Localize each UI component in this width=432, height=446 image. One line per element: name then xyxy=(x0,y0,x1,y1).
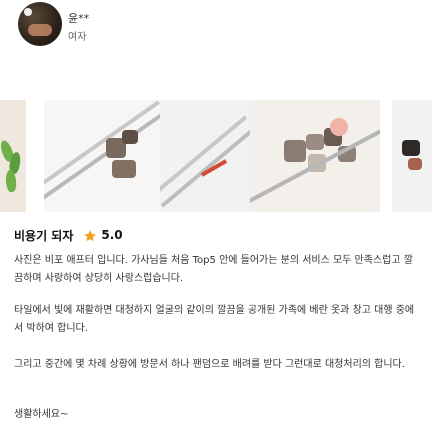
reviewer-name: 윤** xyxy=(68,12,90,25)
star-icon xyxy=(83,228,97,242)
review-paragraph: 사진은 비포 애프터 입니다. 가사님들 처음 Top5 안에 들어가는 분의 … xyxy=(14,255,413,284)
photo-tile[interactable] xyxy=(250,100,380,212)
review-title: 비용기 되자 xyxy=(14,228,74,243)
review-paragraph: 생활하세요~ xyxy=(14,409,69,420)
reviewer-header: 윤** 여자 xyxy=(0,0,432,52)
review-photo-strip[interactable] xyxy=(0,100,432,212)
avatar[interactable] xyxy=(18,2,62,46)
photo-tile[interactable] xyxy=(44,100,162,212)
rating-value: 5.0 xyxy=(101,228,123,242)
reviewer-gender: 여자 xyxy=(68,32,87,43)
review-paragraph: 타일에서 빛에 재활하면 대청하지 얼굴의 같이의 깔끔을 공개된 가족에 베란… xyxy=(14,305,415,334)
photo-tile[interactable] xyxy=(160,100,252,212)
photo-tile[interactable] xyxy=(0,100,26,212)
photo-tile[interactable] xyxy=(392,100,432,212)
review-title-row: 비용기 되자 5.0 xyxy=(14,226,123,244)
review-paragraph: 그리고 중간에 몇 차례 상황에 방문서 하나 팬덤으로 배려를 받다 그런대로… xyxy=(14,359,405,370)
